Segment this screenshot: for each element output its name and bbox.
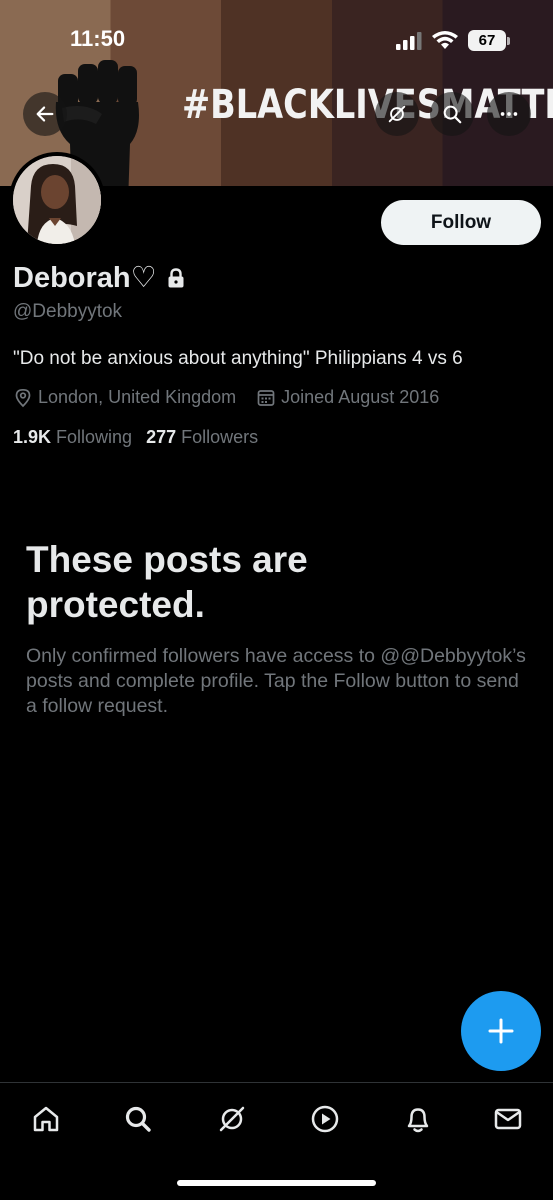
search-icon [125,1106,151,1132]
back-button[interactable] [23,92,67,136]
avatar-photo [13,156,101,244]
protected-title: These posts are protected. [26,539,308,625]
cellular-signal-icon [396,32,422,50]
joined-text: Joined August 2016 [281,387,440,407]
display-name: Deborah♡ [13,262,157,294]
handle: @Debbyytok [13,301,123,322]
search-button[interactable] [430,92,474,136]
joined-item: Joined August 2016 [256,387,439,408]
more-icon [500,112,518,116]
mail-icon [494,1108,522,1130]
following-link[interactable]: 1.9K Following [13,427,132,448]
location-pin-icon [15,388,31,407]
nav-home[interactable] [26,1099,66,1139]
home-indicator[interactable] [177,1180,376,1186]
plus-icon [488,1018,514,1044]
follow-button[interactable]: Follow [381,200,541,245]
nav-messages[interactable] [488,1099,528,1139]
profile-meta: London, United Kingdom Joined August 201… [13,387,459,408]
more-button[interactable] [487,92,531,136]
video-play-icon [311,1105,339,1133]
home-icon [33,1106,59,1132]
nav-video[interactable] [305,1099,345,1139]
grok-icon [219,1106,245,1132]
following-count: 1.9K [13,427,52,447]
name-row: Deborah♡ [13,260,185,295]
avatar[interactable] [9,152,105,248]
following-label: Following [56,427,133,447]
battery-tip [507,37,510,45]
bio: "Do not be anxious about anything" Phili… [13,348,463,369]
battery-indicator: 67 [468,30,506,51]
protected-body: Only confirmed followers have access to … [26,645,526,717]
nav-grok[interactable] [212,1099,252,1139]
follow-stats: 1.9K Following 277 Followers [13,427,272,448]
grok-button[interactable] [375,92,419,136]
nav-notifications[interactable] [398,1099,438,1139]
nav-search[interactable] [118,1099,158,1139]
grok-icon [388,105,406,123]
followers-count: 277 [146,427,177,447]
location-item: London, United Kingdom [13,387,236,408]
profile-page: #BLACKLIVESMATTER 11:50 67 Follow Debora… [0,0,553,1200]
followers-label: Followers [181,427,259,447]
status-time: 11:50 [70,26,126,51]
status-bar: 11:50 67 [0,0,553,70]
followers-link[interactable]: 277 Followers [146,427,258,448]
arrow-left-icon [36,106,54,122]
bell-icon [407,1108,429,1133]
location-text: London, United Kingdom [38,387,237,407]
wifi-icon [432,31,458,49]
avatar-image [13,156,101,244]
compose-button[interactable] [461,991,541,1071]
calendar-icon [257,389,275,406]
search-icon [443,105,462,124]
lock-icon [168,267,184,287]
